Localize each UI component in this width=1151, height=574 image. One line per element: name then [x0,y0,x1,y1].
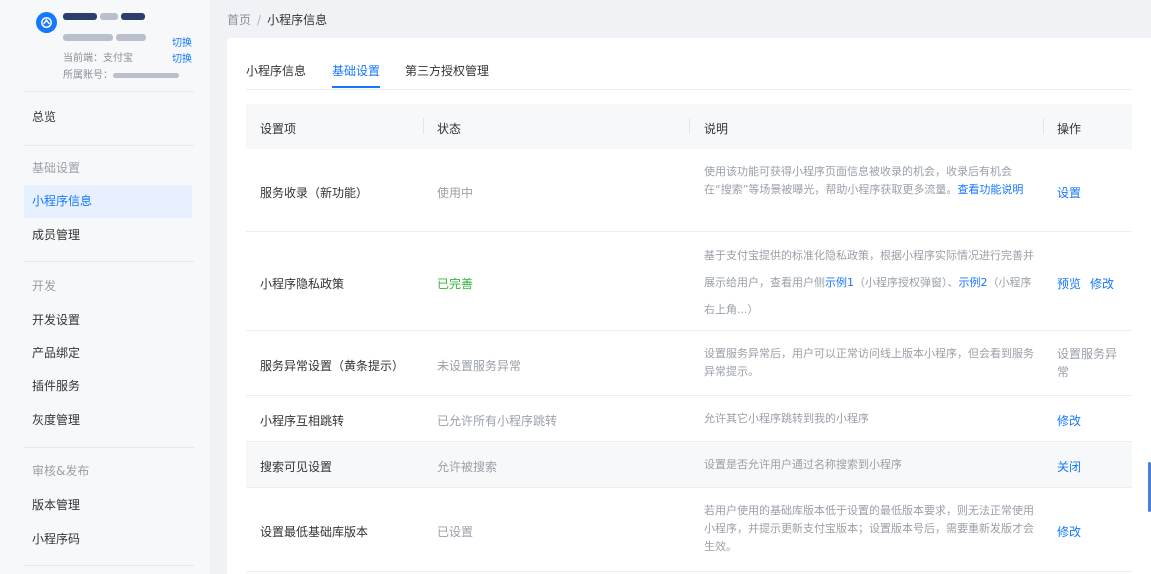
sidebar-item-qrcode[interactable]: 小程序码 [24,523,192,556]
sidebar-item-members[interactable]: 成员管理 [24,219,192,252]
tab-basic-settings[interactable]: 基础设置 [332,62,381,88]
sidebar: 当前端：支付宝 所属账号： 切换 切换 总览 基础设置 小程序信息 成员管理 开… [0,0,210,574]
current-env: 当前端：支付宝 [63,53,133,64]
tab-label: 小程序信息 [246,64,307,78]
row-desc: 允许其它小程序跳转到我的小程序 [704,412,869,425]
tab-third-party-auth[interactable]: 第三方授权管理 [405,62,489,79]
content-card: 小程序信息 基础设置 第三方授权管理 设置项 状态 说明 操作 服务收录（新功能… [227,38,1151,574]
sidebar-group-basic: 基础设置 [32,161,81,175]
column-header-item: 设置项 [260,122,297,136]
column-separator [689,118,690,134]
function-doc-link[interactable]: 查看功能说明 [957,183,1023,196]
account-id-masked [63,32,149,43]
column-separator [1043,118,1044,134]
owner-account: 所属账号： [63,66,182,81]
row-ops: 修改 [1057,412,1090,429]
sidebar-item-plugins[interactable]: 插件服务 [24,370,192,403]
row-status: 已允许所有小程序跳转 [437,414,558,428]
row-name: 服务收录（新功能） [260,186,369,200]
sidebar-divider [24,91,194,92]
row-desc: 设置是否允许用户通过名称搜索到小程序 [704,458,902,471]
owner-account-label: 所属账号： [63,70,113,81]
sidebar-item-product-binding[interactable]: 产品绑定 [24,337,192,370]
column-header-desc: 说明 [704,122,729,136]
row-ops: 设置 [1057,184,1090,201]
row-desc: 若用户使用的基础库版本低于设置的最低版本要求，则无法正常使用小程序，并提示更新支… [704,504,1034,553]
sidebar-group-dev: 开发 [32,279,57,293]
row-ops: 关闭 [1057,458,1090,475]
row-desc-text: （小程序授权弹窗）、 [854,276,959,289]
sidebar-divider [24,261,194,262]
row-name: 小程序互相跳转 [260,414,345,428]
row-ops-text: 设置服务异常 [1057,347,1118,379]
sidebar-group-review: 审核&发布 [32,464,90,478]
breadcrumb-separator: / [257,13,262,27]
row-name: 小程序隐私政策 [260,277,345,291]
edit-button[interactable]: 修改 [1057,525,1081,539]
row-status: 未设置服务异常 [437,359,522,373]
breadcrumb: 首页 / 小程序信息 [227,11,327,28]
row-name: 设置最低基础库版本 [260,525,369,539]
row-status: 使用中 [437,186,474,200]
edit-button[interactable]: 修改 [1057,414,1081,428]
example2-link[interactable]: 示例2 [959,276,988,289]
column-header-ops: 操作 [1057,122,1082,136]
sidebar-divider [24,447,194,448]
table-row: 服务收录（新功能） 使用中 使用该功能可获得小程序页面信息被收录的机会，收录后有… [246,149,1132,232]
row-desc: 使用该功能可获得小程序页面信息被收录的机会，收录后有机会在“搜索”等场景被曝光，… [704,163,1034,199]
column-separator [423,118,424,134]
table-row: 小程序隐私政策 已完善 基于支付宝提供的标准化隐私政策，根据小程序实际情况进行完… [246,232,1132,331]
row-status: 已完善 [437,277,474,291]
tab-label: 基础设置 [332,64,381,78]
row-status: 已设置 [437,525,474,539]
sidebar-divider [24,145,194,146]
row-name: 服务异常设置（黄条提示） [260,359,405,373]
row-status: 允许被搜索 [437,460,498,474]
sidebar-item-gray-release[interactable]: 灰度管理 [24,404,192,437]
breadcrumb-home[interactable]: 首页 [227,13,251,27]
miniapp-logo-icon [36,12,57,33]
table-header: 设置项 状态 说明 操作 [246,104,1132,149]
row-name: 搜索可见设置 [260,460,333,474]
switch-app-button[interactable]: 切换 [172,34,192,49]
row-ops: 预览 修改 [1057,275,1123,292]
table-row: 服务异常设置（黄条提示） 未设置服务异常 设置服务异常后，用户可以正常访问线上版… [246,331,1132,396]
tab-label: 第三方授权管理 [405,64,490,78]
row-desc: 基于支付宝提供的标准化隐私政策，根据小程序实际情况进行完善并展示给用户，查看用户… [704,242,1034,323]
sidebar-item-versions[interactable]: 版本管理 [24,489,192,522]
account-name-masked [63,9,173,20]
sidebar-item-overview[interactable]: 总览 [24,101,192,134]
sidebar-item-dev-settings[interactable]: 开发设置 [24,304,192,337]
tab-bar: 小程序信息 基础设置 第三方授权管理 [246,38,1132,90]
row-desc: 设置服务异常后，用户可以正常访问线上版本小程序，但会看到服务异常提示。 [704,347,1034,378]
sidebar-item-miniapp-info[interactable]: 小程序信息 [24,185,192,218]
table-row: 设置最低基础库版本 已设置 若用户使用的基础库版本低于设置的最低版本要求，则无法… [246,488,1132,572]
close-button[interactable]: 关闭 [1057,460,1081,474]
tab-active-underline [332,86,381,88]
sidebar-divider [24,565,194,566]
table-row: 搜索可见设置 允许被搜索 设置是否允许用户通过名称搜索到小程序 关闭 [246,442,1132,488]
edit-button[interactable]: 修改 [1090,277,1114,291]
breadcrumb-current: 小程序信息 [267,13,328,27]
switch-env-button[interactable]: 切换 [172,50,192,65]
example1-link[interactable]: 示例1 [825,276,854,289]
tab-miniapp-info[interactable]: 小程序信息 [246,62,306,79]
account-panel: 当前端：支付宝 所属账号： 切换 切换 [0,0,210,100]
preview-button[interactable]: 预览 [1057,277,1081,291]
setting-button[interactable]: 设置 [1057,186,1081,200]
column-header-status: 状态 [437,122,462,136]
row-ops: 修改 [1057,523,1090,540]
table-row: 小程序互相跳转 已允许所有小程序跳转 允许其它小程序跳转到我的小程序 修改 [246,396,1132,442]
